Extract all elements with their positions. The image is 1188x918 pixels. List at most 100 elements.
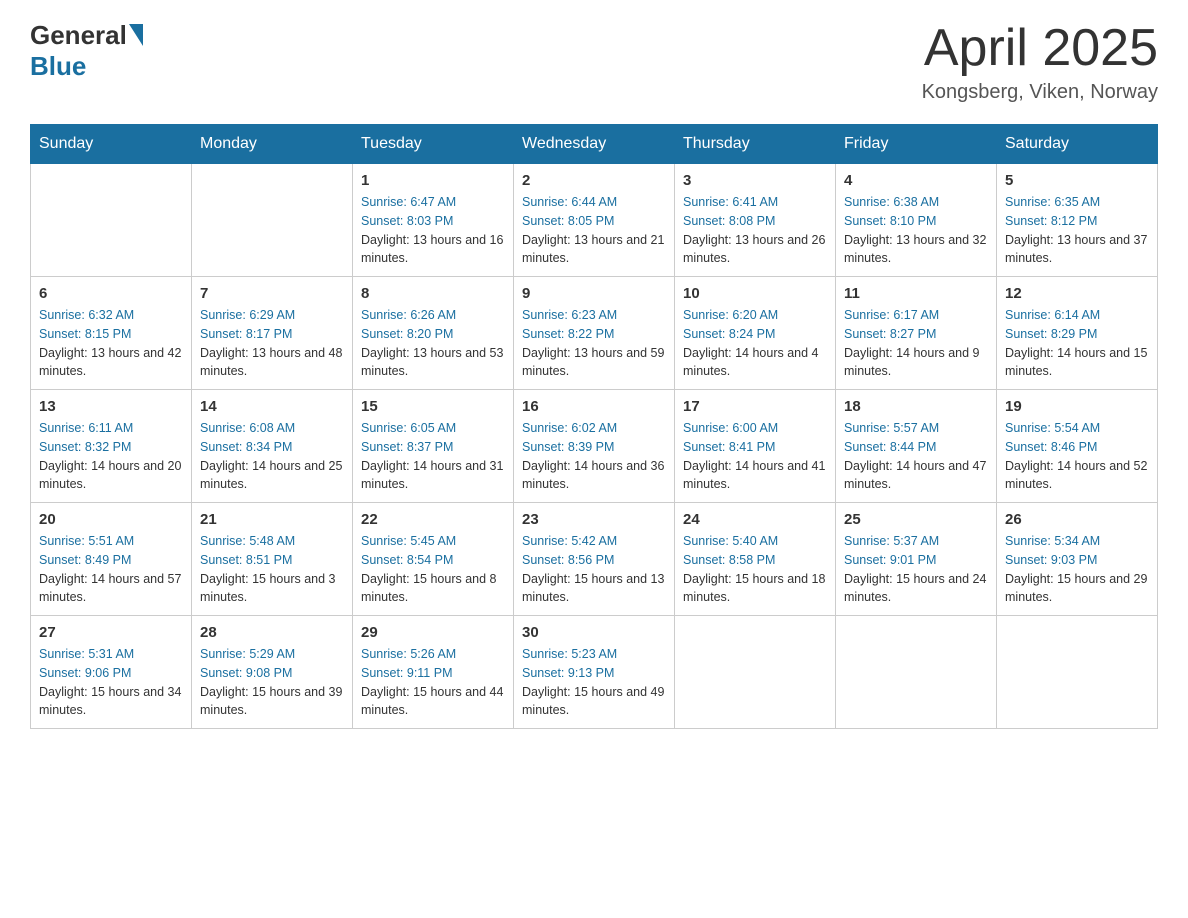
sunset-text: Sunset: 8:39 PM xyxy=(522,440,614,454)
week-row-4: 20Sunrise: 5:51 AMSunset: 8:49 PMDayligh… xyxy=(31,503,1158,616)
sunrise-text: Sunrise: 6:20 AM xyxy=(683,308,778,322)
day-info: Sunrise: 6:02 AMSunset: 8:39 PMDaylight:… xyxy=(522,419,666,494)
day-number: 11 xyxy=(844,285,988,302)
day-cell: 28Sunrise: 5:29 AMSunset: 9:08 PMDayligh… xyxy=(192,616,353,729)
day-number: 13 xyxy=(39,398,183,415)
day-cell: 3 Sunrise: 6:41 AMSunset: 8:08 PMDaylight… xyxy=(675,164,836,277)
day-number: 22 xyxy=(361,511,505,528)
day-cell: 6 Sunrise: 6:32 AMSunset: 8:15 PMDaylight… xyxy=(31,277,192,390)
day-info: Sunrise: 6:41 AMSunset: 8:08 PMDaylight:… xyxy=(683,193,827,268)
daylight-text: Daylight: 14 hours and 52 minutes. xyxy=(1005,459,1147,492)
sunrise-text: Sunrise: 5:51 AM xyxy=(39,534,134,548)
day-cell: 25Sunrise: 5:37 AMSunset: 9:01 PMDayligh… xyxy=(836,503,997,616)
col-sunday: Sunday xyxy=(31,125,192,164)
sunset-text: Sunset: 8:54 PM xyxy=(361,553,453,567)
sunset-text: Sunset: 9:13 PM xyxy=(522,666,614,680)
logo-arrow-icon xyxy=(129,24,143,46)
day-number: 27 xyxy=(39,624,183,641)
day-cell: 30Sunrise: 5:23 AMSunset: 9:13 PMDayligh… xyxy=(514,616,675,729)
day-info: Sunrise: 6:26 AMSunset: 8:20 PMDaylight:… xyxy=(361,306,505,381)
col-saturday: Saturday xyxy=(997,125,1158,164)
sunrise-text: Sunrise: 6:26 AM xyxy=(361,308,456,322)
logo-blue-text: Blue xyxy=(30,51,86,82)
day-cell xyxy=(31,164,192,277)
day-cell: 18Sunrise: 5:57 AMSunset: 8:44 PMDayligh… xyxy=(836,390,997,503)
sunrise-text: Sunrise: 6:02 AM xyxy=(522,421,617,435)
day-info: Sunrise: 5:40 AMSunset: 8:58 PMDaylight:… xyxy=(683,532,827,607)
day-number: 3 xyxy=(683,172,827,189)
day-cell: 27 Sunrise: 5:31 AMSunset: 9:06 PMDayligh… xyxy=(31,616,192,729)
day-cell: 15Sunrise: 6:05 AMSunset: 8:37 PMDayligh… xyxy=(353,390,514,503)
sunset-text: Sunset: 9:03 PM xyxy=(1005,553,1097,567)
logo: General Blue xyxy=(30,20,143,82)
day-cell: 8 Sunrise: 6:26 AMSunset: 8:20 PMDaylight… xyxy=(353,277,514,390)
month-title: April 2025 xyxy=(922,20,1158,77)
sunrise-text: Sunrise: 6:00 AM xyxy=(683,421,778,435)
day-number: 16 xyxy=(522,398,666,415)
daylight-text: Daylight: 14 hours and 31 minutes. xyxy=(361,459,503,492)
sunset-text: Sunset: 8:03 PM xyxy=(361,214,453,228)
sunset-text: Sunset: 8:22 PM xyxy=(522,327,614,341)
daylight-text: Daylight: 14 hours and 9 minutes. xyxy=(844,346,980,379)
day-info: Sunrise: 5:57 AMSunset: 8:44 PMDaylight:… xyxy=(844,419,988,494)
day-info: Sunrise: 5:29 AMSunset: 9:08 PMDaylight:… xyxy=(200,645,344,720)
day-info: Sunrise: 5:31 AMSunset: 9:06 PMDaylight:… xyxy=(39,645,183,720)
sunset-text: Sunset: 8:10 PM xyxy=(844,214,936,228)
sunset-text: Sunset: 8:05 PM xyxy=(522,214,614,228)
day-info: Sunrise: 5:54 AMSunset: 8:46 PMDaylight:… xyxy=(1005,419,1149,494)
day-cell: 10Sunrise: 6:20 AMSunset: 8:24 PMDayligh… xyxy=(675,277,836,390)
daylight-text: Daylight: 13 hours and 42 minutes. xyxy=(39,346,181,379)
sunset-text: Sunset: 9:08 PM xyxy=(200,666,292,680)
day-info: Sunrise: 6:32 AMSunset: 8:15 PMDaylight:… xyxy=(39,306,183,381)
day-info: Sunrise: 6:47 AMSunset: 8:03 PMDaylight:… xyxy=(361,193,505,268)
daylight-text: Daylight: 15 hours and 29 minutes. xyxy=(1005,572,1147,605)
day-number: 19 xyxy=(1005,398,1149,415)
daylight-text: Daylight: 14 hours and 47 minutes. xyxy=(844,459,986,492)
daylight-text: Daylight: 15 hours and 44 minutes. xyxy=(361,685,503,718)
day-number: 15 xyxy=(361,398,505,415)
day-info: Sunrise: 6:14 AMSunset: 8:29 PMDaylight:… xyxy=(1005,306,1149,381)
day-info: Sunrise: 6:29 AMSunset: 8:17 PMDaylight:… xyxy=(200,306,344,381)
sunrise-text: Sunrise: 5:57 AM xyxy=(844,421,939,435)
daylight-text: Daylight: 13 hours and 16 minutes. xyxy=(361,233,503,266)
day-number: 6 xyxy=(39,285,183,302)
sunrise-text: Sunrise: 5:23 AM xyxy=(522,647,617,661)
col-tuesday: Tuesday xyxy=(353,125,514,164)
day-info: Sunrise: 6:44 AMSunset: 8:05 PMDaylight:… xyxy=(522,193,666,268)
col-monday: Monday xyxy=(192,125,353,164)
title-section: April 2025 Kongsberg, Viken, Norway xyxy=(922,20,1158,104)
sunset-text: Sunset: 9:11 PM xyxy=(361,666,453,680)
daylight-text: Daylight: 13 hours and 48 minutes. xyxy=(200,346,342,379)
calendar-table: Sunday Monday Tuesday Wednesday Thursday… xyxy=(30,124,1158,729)
sunset-text: Sunset: 8:17 PM xyxy=(200,327,292,341)
sunrise-text: Sunrise: 6:32 AM xyxy=(39,308,134,322)
day-cell: 21Sunrise: 5:48 AMSunset: 8:51 PMDayligh… xyxy=(192,503,353,616)
daylight-text: Daylight: 13 hours and 53 minutes. xyxy=(361,346,503,379)
daylight-text: Daylight: 15 hours and 8 minutes. xyxy=(361,572,497,605)
daylight-text: Daylight: 13 hours and 21 minutes. xyxy=(522,233,664,266)
col-thursday: Thursday xyxy=(675,125,836,164)
sunrise-text: Sunrise: 6:14 AM xyxy=(1005,308,1100,322)
day-cell: 29Sunrise: 5:26 AMSunset: 9:11 PMDayligh… xyxy=(353,616,514,729)
sunrise-text: Sunrise: 6:05 AM xyxy=(361,421,456,435)
day-cell: 20Sunrise: 5:51 AMSunset: 8:49 PMDayligh… xyxy=(31,503,192,616)
daylight-text: Daylight: 15 hours and 24 minutes. xyxy=(844,572,986,605)
daylight-text: Daylight: 13 hours and 32 minutes. xyxy=(844,233,986,266)
daylight-text: Daylight: 13 hours and 26 minutes. xyxy=(683,233,825,266)
sunset-text: Sunset: 8:12 PM xyxy=(1005,214,1097,228)
sunrise-text: Sunrise: 5:26 AM xyxy=(361,647,456,661)
location-text: Kongsberg, Viken, Norway xyxy=(922,81,1158,104)
daylight-text: Daylight: 15 hours and 49 minutes. xyxy=(522,685,664,718)
sunset-text: Sunset: 9:06 PM xyxy=(39,666,131,680)
daylight-text: Daylight: 15 hours and 18 minutes. xyxy=(683,572,825,605)
day-number: 8 xyxy=(361,285,505,302)
day-info: Sunrise: 6:35 AMSunset: 8:12 PMDaylight:… xyxy=(1005,193,1149,268)
sunrise-text: Sunrise: 6:38 AM xyxy=(844,195,939,209)
day-number: 1 xyxy=(361,172,505,189)
day-cell xyxy=(192,164,353,277)
sunset-text: Sunset: 8:24 PM xyxy=(683,327,775,341)
day-cell: 9Sunrise: 6:23 AMSunset: 8:22 PMDaylight… xyxy=(514,277,675,390)
week-row-3: 13Sunrise: 6:11 AMSunset: 8:32 PMDayligh… xyxy=(31,390,1158,503)
col-friday: Friday xyxy=(836,125,997,164)
daylight-text: Daylight: 15 hours and 34 minutes. xyxy=(39,685,181,718)
